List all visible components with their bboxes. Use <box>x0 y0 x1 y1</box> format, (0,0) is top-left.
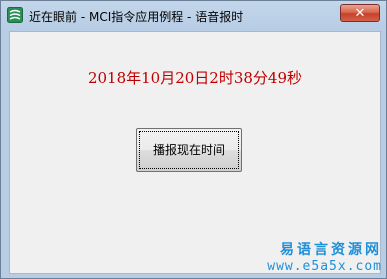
watermark-site-name: 易语言资源网 <box>280 242 382 258</box>
close-icon: ✕ <box>354 6 366 21</box>
announce-time-button[interactable]: 播报现在时间 <box>136 128 242 172</box>
close-button[interactable]: ✕ <box>340 4 380 22</box>
current-time-label: 2018年10月20日2时38分49秒 <box>87 69 303 87</box>
title-bar[interactable]: 近在眼前 - MCI指令应用例程 - 语音报时 ✕ <box>1 1 386 31</box>
window-title: 近在眼前 - MCI指令应用例程 - 语音报时 <box>29 10 244 24</box>
app-icon <box>7 7 23 23</box>
site-watermark: 易语言资源网 www.e5a5x.com <box>267 239 382 274</box>
app-window: 近在眼前 - MCI指令应用例程 - 语音报时 ✕ 2018年10月20日2时3… <box>0 0 387 279</box>
client-area: 2018年10月20日2时38分49秒 播报现在时间 <box>9 31 381 274</box>
watermark-url: www.e5a5x.com <box>267 259 382 274</box>
